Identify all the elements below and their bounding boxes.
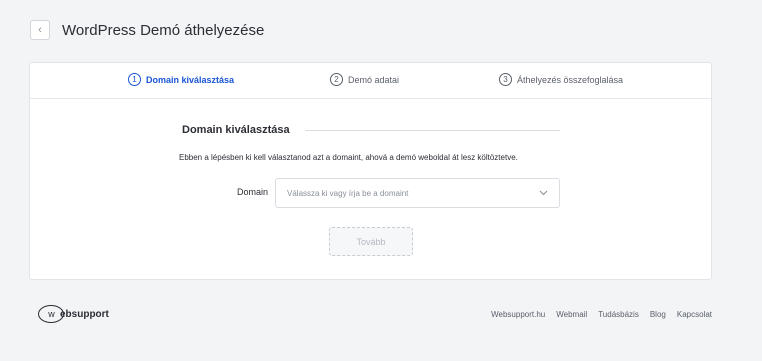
step-summary[interactable]: 3 Áthelyezés összefoglalása [499, 73, 623, 86]
step-number: 3 [499, 73, 512, 86]
section-title: Domain kiválasztása [182, 124, 290, 136]
page-title: WordPress Demó áthelyezése [62, 22, 265, 39]
footer-link-knowledge-base[interactable]: Tudásbázis [598, 310, 639, 319]
step-label: Áthelyezés összefoglalása [517, 74, 624, 85]
next-button[interactable]: Tovább [329, 227, 413, 256]
stepper: 1 Domain kiválasztása 2 Demó adatai 3 Át… [30, 63, 711, 99]
back-button[interactable]: ‹ [30, 20, 50, 40]
footer-link-webmail[interactable]: Webmail [556, 310, 587, 319]
domain-select[interactable]: Válassza ki vagy írja be a domaint [275, 178, 560, 208]
chevron-down-icon [539, 188, 548, 198]
step-label: Domain kiválasztása [146, 74, 235, 85]
chevron-left-icon: ‹ [38, 24, 42, 36]
footer-link-websupport[interactable]: Websupport.hu [491, 310, 545, 319]
step-description: Ebben a lépésben ki kell választanod azt… [179, 153, 518, 162]
footer-link-blog[interactable]: Blog [650, 310, 666, 319]
websupport-logo[interactable]: w ebsupport [38, 305, 109, 323]
logo-text: ebsupport [60, 308, 109, 320]
divider [305, 130, 560, 131]
step-number: 1 [128, 73, 141, 86]
domain-placeholder: Válassza ki vagy írja be a domaint [287, 188, 409, 198]
step-demo-data[interactable]: 2 Demó adatai [330, 73, 399, 86]
domain-label: Domain [237, 187, 269, 197]
migration-card: 1 Domain kiválasztása 2 Demó adatai 3 Át… [29, 62, 712, 280]
step-domain[interactable]: 1 Domain kiválasztása [128, 73, 234, 86]
footer-links: Websupport.hu Webmail Tudásbázis Blog Ka… [491, 310, 712, 319]
step-label: Demó adatai [348, 74, 400, 85]
footer-link-contact[interactable]: Kapcsolat [677, 310, 712, 319]
step-number: 2 [330, 73, 343, 86]
